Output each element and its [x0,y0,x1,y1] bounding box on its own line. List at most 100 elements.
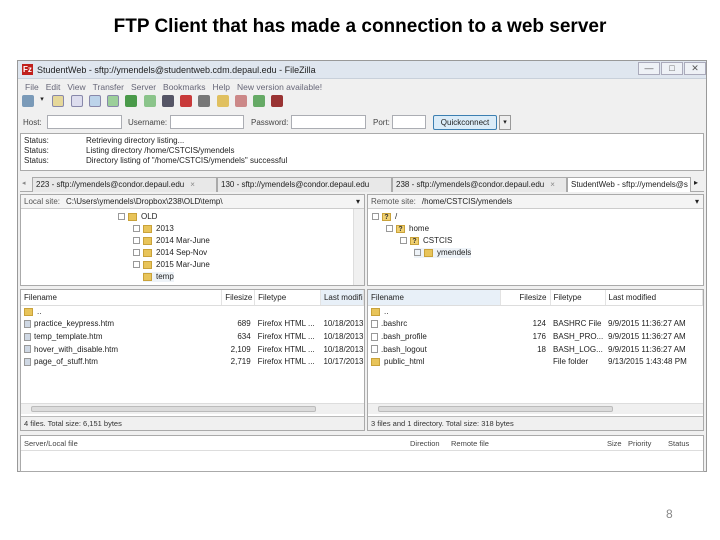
quickconnect-button[interactable]: Quickconnect [433,115,497,130]
close-tab-icon[interactable]: × [190,180,195,189]
queue-col-size[interactable]: Size [607,439,622,448]
cancel-icon[interactable] [161,95,174,107]
queue-col-remote-file[interactable]: Remote file [451,439,489,448]
menu-server[interactable]: Server [131,81,156,94]
expander-icon[interactable] [400,237,407,245]
tab-223[interactable]: 223 - sftp://ymendels@condor.depaul.edu × [32,177,217,192]
local-tree-scrollbar[interactable] [353,209,364,285]
host-input[interactable] [47,115,122,129]
tab-scroll-left-icon[interactable]: ◂ [22,179,26,187]
tab-238[interactable]: 238 - sftp://ymendels@condor.depaul.edu × [392,177,567,192]
file-row[interactable]: hover_with_disable.htm 2,109 Firefox HTM… [21,343,364,356]
tab-130[interactable]: 130 - sftp://ymendels@condor.depaul.edu [217,177,392,192]
tree-node[interactable]: ? / [372,212,397,222]
connection-tabs: ◂ 223 - sftp://ymendels@condor.depaul.ed… [20,176,704,192]
tree-node[interactable]: 2014 Sep-Nov [133,248,207,258]
file-name: page_of_stuff.htm [21,355,222,368]
chevron-down-icon[interactable]: ▾ [356,195,360,208]
quickconnect-dropdown[interactable]: ▾ [499,115,511,130]
column-filesize[interactable]: Filesize [500,290,551,306]
toggle-queue-icon[interactable] [107,95,120,107]
close-button[interactable]: ✕ [684,62,706,75]
scrollbar-thumb[interactable] [378,406,613,412]
close-tab-icon[interactable]: × [550,180,555,189]
site-manager-icon[interactable] [22,95,34,107]
toggle-remote-tree-icon[interactable] [88,95,101,107]
folder-icon [143,248,152,257]
tree-node[interactable]: 2013 [133,224,174,234]
column-last-modified[interactable]: Last modified [605,290,703,306]
port-input[interactable] [392,115,426,129]
file-row[interactable]: temp_template.htm 634 Firefox HTML ... 1… [21,330,364,343]
expander-icon[interactable] [133,225,140,233]
refresh-icon[interactable] [125,95,138,107]
chevron-down-icon[interactable]: ▾ [695,195,699,208]
menu-file[interactable]: File [25,81,39,94]
remote-horizontal-scrollbar[interactable] [368,403,703,414]
search-icon[interactable] [271,95,284,107]
expander-icon[interactable] [118,213,125,221]
tree-node-selected[interactable]: temp [143,272,174,282]
toggle-log-icon[interactable] [52,95,65,107]
disconnect-icon[interactable] [180,95,193,107]
queue-col-status[interactable]: Status [668,439,689,448]
column-filename[interactable]: Filename [368,290,501,306]
tab-studentweb[interactable]: StudentWeb - sftp://ymendels@s [567,177,691,192]
file-row[interactable]: .bash_profile 176 BASH_PRO... 9/9/2015 1… [368,330,703,343]
menu-help[interactable]: Help [213,81,230,94]
expander-icon[interactable] [133,261,140,269]
tree-node[interactable]: 2014 Mar-June [133,236,210,246]
tree-node-selected[interactable]: ymendels [414,248,472,258]
file-row[interactable]: .bash_logout 18 BASH_LOG... 9/9/2015 11:… [368,343,703,356]
column-filesize[interactable]: Filesize [221,290,256,306]
maximize-button[interactable]: □ [661,62,683,75]
menu-edit[interactable]: Edit [46,81,61,94]
queue-col-server-local[interactable]: Server/Local file [24,439,78,448]
reconnect-icon[interactable] [198,95,211,107]
queue-col-priority[interactable]: Priority [628,439,651,448]
menu-new-version[interactable]: New version available! [237,81,322,94]
tree-label: home [409,224,430,233]
toggle-local-tree-icon[interactable] [70,95,83,107]
sync-browse-icon[interactable] [253,95,266,107]
file-icon [24,320,31,329]
scrollbar-thumb[interactable] [31,406,316,412]
menu-bookmarks[interactable]: Bookmarks [163,81,206,94]
column-filetype[interactable]: Filetype [254,290,321,306]
file-row[interactable]: .. [368,305,703,318]
expander-icon[interactable] [414,249,421,257]
minimize-button[interactable]: — [638,62,660,75]
expander-icon[interactable] [372,213,379,221]
file-row[interactable]: public_html File folder 9/13/2015 1:43:4… [368,355,703,368]
file-row[interactable]: practice_keypress.htm 689 Firefox HTML .… [21,318,364,331]
file-row[interactable]: .bashrc 124 BASHRC File 9/9/2015 11:36:2… [368,318,703,331]
expander-icon[interactable] [386,225,393,233]
tree-node[interactable]: ? CSTCIS [400,236,452,246]
password-input[interactable] [291,115,366,129]
local-site-path[interactable]: C:\Users\ymendels\Dropbox\238\OLD\temp\ [66,197,223,206]
menu-view[interactable]: View [67,81,85,94]
filter-icon[interactable] [216,95,229,107]
tree-node[interactable]: ? home [386,224,429,234]
tree-node[interactable]: 2015 Mar-June [133,260,210,270]
expander-icon[interactable] [133,237,140,245]
column-filetype[interactable]: Filetype [550,290,606,306]
remote-site-bar[interactable]: Remote site: /home/CSTCIS/ymendels ▾ [368,195,703,209]
dropdown-arrow-icon[interactable]: ▾ [40,95,46,107]
queue-col-direction[interactable]: Direction [410,439,440,448]
expander-icon[interactable] [133,249,140,257]
tab-menu-icon[interactable]: ▸ [694,178,698,187]
local-site-bar[interactable]: Local site: C:\Users\ymendels\Dropbox\238… [21,195,364,209]
file-modified: 9/13/2015 1:43:48 PM [608,357,687,367]
tree-node[interactable]: OLD [118,212,157,222]
column-last-modified[interactable]: Last modifi [320,290,364,306]
compare-icon[interactable] [234,95,247,107]
username-input[interactable] [170,115,244,129]
menu-transfer[interactable]: Transfer [93,81,124,94]
file-row[interactable]: page_of_stuff.htm 2,719 Firefox HTML ...… [21,355,364,368]
file-row[interactable]: .. [21,305,364,318]
column-filename[interactable]: Filename [21,290,223,306]
process-queue-icon[interactable] [143,95,156,107]
local-horizontal-scrollbar[interactable] [21,403,364,414]
remote-site-path[interactable]: /home/CSTCIS/ymendels [422,197,512,206]
